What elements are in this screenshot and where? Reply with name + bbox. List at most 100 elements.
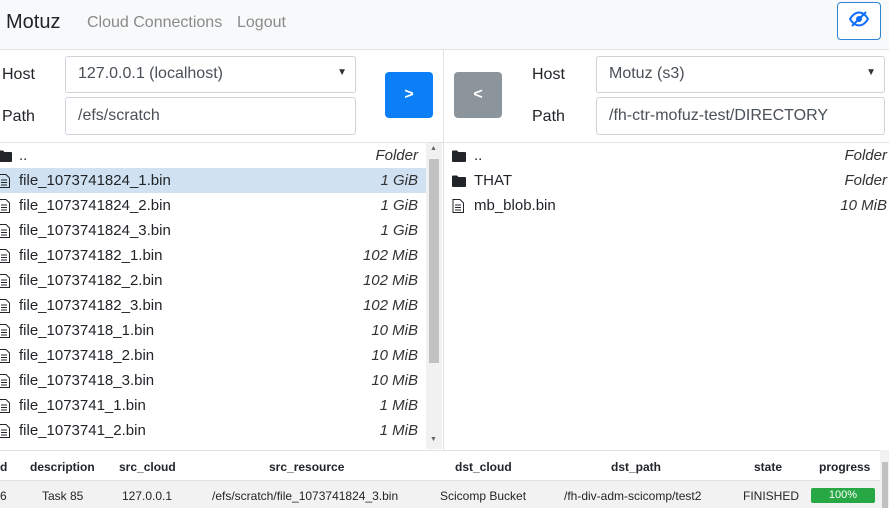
file-row[interactable]: file_107374182_3.bin 102 MiB [0,293,426,318]
file-size: 1 GiB [380,172,418,189]
task-state: FINISHED [743,489,800,503]
file-size: 102 MiB [362,247,418,264]
right-path-value: /fh-ctr-mofuz-test/DIRECTORY [609,107,828,124]
scrollbar-thumb[interactable] [429,159,439,363]
brand-logo[interactable]: Motuz [6,11,60,34]
file-icon [0,224,10,242]
left-path-value: /efs/scratch [78,107,160,124]
toggle-hidden-files-button[interactable] [837,2,881,40]
file-size: 1 GiB [380,222,418,239]
file-row[interactable]: file_1073741824_3.bin 1 GiB [0,218,426,243]
scroll-down-icon[interactable]: ▼ [430,436,437,443]
copy-to-right-button[interactable]: > [385,72,433,118]
file-row[interactable]: file_10737418_1.bin 10 MiB [0,318,426,343]
col-description[interactable]: description [30,460,95,474]
folder-row[interactable]: THAT Folder [444,168,889,193]
nav-cloud-connections[interactable]: Cloud Connections [87,14,222,32]
task-progress-bar: 100% [811,488,875,503]
file-size: 102 MiB [362,297,418,314]
file-size: 1 MiB [379,397,418,414]
right-host-select[interactable]: Motuz (s3) ▼ [596,56,885,93]
file-name: file_107374182_1.bin [19,247,163,264]
task-src-resource: /efs/scratch/file_1073741824_3.bin [212,489,399,503]
file-icon [452,199,464,217]
copy-to-left-button[interactable]: < [454,72,502,118]
file-size: Folder [375,147,418,164]
right-host-value: Motuz (s3) [609,65,685,82]
file-row[interactable]: file_10737418_2.bin 10 MiB [0,343,426,368]
file-size: 1 MiB [379,422,418,439]
file-row[interactable]: file_1073741_2.bin 1 MiB [0,418,426,443]
file-icon [0,199,10,217]
task-id: 6 [0,489,7,503]
scroll-up-icon[interactable]: ▲ [430,145,437,152]
folder-row[interactable]: .. Folder [444,143,889,168]
col-id[interactable]: d [0,460,7,474]
file-name: file_1073741824_2.bin [19,197,171,214]
file-size: Folder [844,147,887,164]
file-icon [0,374,10,392]
tasks-scrollbar[interactable] [880,450,889,508]
file-name: file_107374182_3.bin [19,297,163,314]
file-row[interactable]: file_1073741824_2.bin 1 GiB [0,193,426,218]
file-name: file_1073741824_1.bin [19,172,171,189]
col-src-cloud[interactable]: src_cloud [119,460,176,474]
folder-icon [0,149,12,166]
col-src-resource[interactable]: src_resource [269,460,344,474]
task-dst-cloud: Scicomp Bucket [440,489,527,503]
table-row[interactable]: 6 Task 85 127.0.0.1 /efs/scratch/file_10… [0,480,880,508]
file-name: file_1073741_2.bin [19,422,146,439]
scrollbar-thumb[interactable] [882,462,888,508]
file-name: file_107374182_2.bin [19,272,163,289]
col-dst-path[interactable]: dst_path [611,460,661,474]
left-host-select[interactable]: 127.0.0.1 (localhost) ▼ [65,56,356,93]
file-name: THAT [474,172,513,189]
file-icon [0,424,10,442]
file-row[interactable]: file_107374182_2.bin 102 MiB [0,268,426,293]
tasks-table: d description src_cloud src_resource dst… [0,450,880,508]
file-name: file_10737418_3.bin [19,372,155,389]
chevron-down-icon: ▼ [337,67,347,78]
task-src-cloud: 127.0.0.1 [122,489,173,503]
left-file-list: .. Folder file_1073741824_1.bin 1 GiB file_1… [0,143,426,449]
file-icon [0,324,10,342]
file-icon [0,274,10,292]
file-size: 10 MiB [840,197,887,214]
file-icon [0,349,10,367]
task-dst-path: /fh-div-adm-scicomp/test2 [564,489,702,503]
left-path-input[interactable]: /efs/scratch [65,97,356,135]
file-name: file_1073741_1.bin [19,397,146,414]
col-state[interactable]: state [754,460,782,474]
file-name: file_10737418_2.bin [19,347,155,364]
left-host-label: Host [2,66,35,83]
eye-slash-icon [848,10,870,32]
left-list-scrollbar[interactable]: ▲ ▼ [426,143,442,449]
col-dst-cloud[interactable]: dst_cloud [455,460,512,474]
file-name: mb_blob.bin [474,197,556,214]
file-row[interactable]: file_10737418_3.bin 10 MiB [0,368,426,393]
file-size: 10 MiB [371,347,418,364]
file-name: file_10737418_1.bin [19,322,155,339]
file-row[interactable]: file_107374182_1.bin 102 MiB [0,243,426,268]
right-path-input[interactable]: /fh-ctr-mofuz-test/DIRECTORY [596,97,885,135]
navbar: Motuz Cloud Connections Logout [0,0,889,50]
file-size: 10 MiB [371,372,418,389]
file-size: 10 MiB [371,322,418,339]
nav-logout[interactable]: Logout [237,14,286,32]
chevron-down-icon: ▼ [866,67,876,78]
right-file-list: .. Folder THAT Folder mb_blob.bin 10 MiB [444,143,889,449]
file-size: 1 GiB [380,197,418,214]
file-icon [0,299,10,317]
file-size: Folder [844,172,887,189]
file-row[interactable]: file_1073741_1.bin 1 MiB [0,393,426,418]
left-host-value: 127.0.0.1 (localhost) [78,65,223,82]
col-progress[interactable]: progress [819,460,870,474]
folder-row[interactable]: .. Folder [0,143,426,168]
folder-icon [452,149,466,166]
file-icon [0,174,10,192]
file-row[interactable]: file_1073741824_1.bin 1 GiB [0,168,426,193]
file-name: file_1073741824_3.bin [19,222,171,239]
task-description: Task 85 [42,489,84,503]
file-row[interactable]: mb_blob.bin 10 MiB [444,193,889,218]
right-path-label: Path [532,108,565,125]
